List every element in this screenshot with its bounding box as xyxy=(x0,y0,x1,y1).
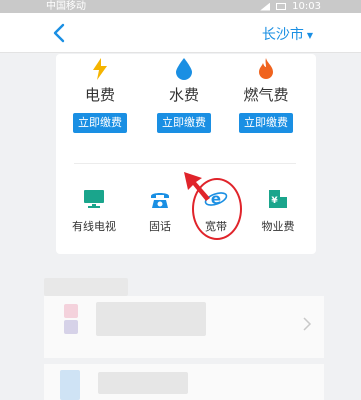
water-drop-icon xyxy=(176,58,192,80)
carrier-name: 中国移动 xyxy=(46,1,86,12)
bill-label: 电费 xyxy=(84,86,115,104)
bill-label: 水费 xyxy=(168,86,199,104)
city-selector[interactable]: 长沙市 ▼ xyxy=(262,24,313,44)
navbar: 长沙市 ▼ xyxy=(0,13,361,53)
status-bar: 中国移动 10:03 xyxy=(0,0,361,13)
service-cable-tv[interactable]: 有线电视 xyxy=(64,186,124,234)
signal-icon xyxy=(260,2,271,11)
bill-water: 水费 立即缴费 xyxy=(154,54,214,133)
city-label: 长沙市 xyxy=(261,27,304,43)
bill-gas: 燃气费 立即缴费 xyxy=(236,54,296,133)
blurred-icon xyxy=(60,370,80,400)
pay-water-button[interactable]: 立即缴费 xyxy=(157,113,211,133)
chevron-right-icon xyxy=(303,317,312,331)
flame-icon xyxy=(259,58,273,79)
svg-text:¥: ¥ xyxy=(271,196,278,206)
tv-icon xyxy=(84,190,104,208)
blurred-text xyxy=(96,302,206,336)
lightning-icon xyxy=(93,58,107,80)
service-property-fee[interactable]: ¥ 物业费 xyxy=(248,186,308,234)
divider xyxy=(74,163,296,164)
service-label: 物业费 xyxy=(261,220,295,233)
bill-label: 燃气费 xyxy=(243,86,289,104)
annotation-circle xyxy=(192,178,242,240)
blurred-heading xyxy=(44,278,128,296)
pay-electricity-button[interactable]: 立即缴费 xyxy=(73,113,127,133)
battery-icon xyxy=(276,3,287,10)
clock: 10:03 xyxy=(292,1,321,12)
back-button[interactable] xyxy=(48,21,72,45)
blurred-icon xyxy=(64,320,78,334)
payment-card: 电费 立即缴费 水费 立即缴费 燃气费 立即缴费 有线电视 固话 e 宽带 ¥ … xyxy=(56,54,316,254)
blurred-text xyxy=(98,372,188,394)
caret-down-icon: ▼ xyxy=(306,30,313,40)
service-label: 固话 xyxy=(149,220,171,233)
telephone-icon xyxy=(151,193,169,208)
pay-gas-button[interactable]: 立即缴费 xyxy=(239,113,293,133)
service-label: 有线电视 xyxy=(72,220,116,233)
chevron-left-icon xyxy=(53,23,65,43)
building-icon: ¥ xyxy=(269,190,287,208)
bill-electricity: 电费 立即缴费 xyxy=(70,54,130,133)
blurred-icon xyxy=(64,304,78,318)
status-right: 10:03 xyxy=(260,0,321,13)
